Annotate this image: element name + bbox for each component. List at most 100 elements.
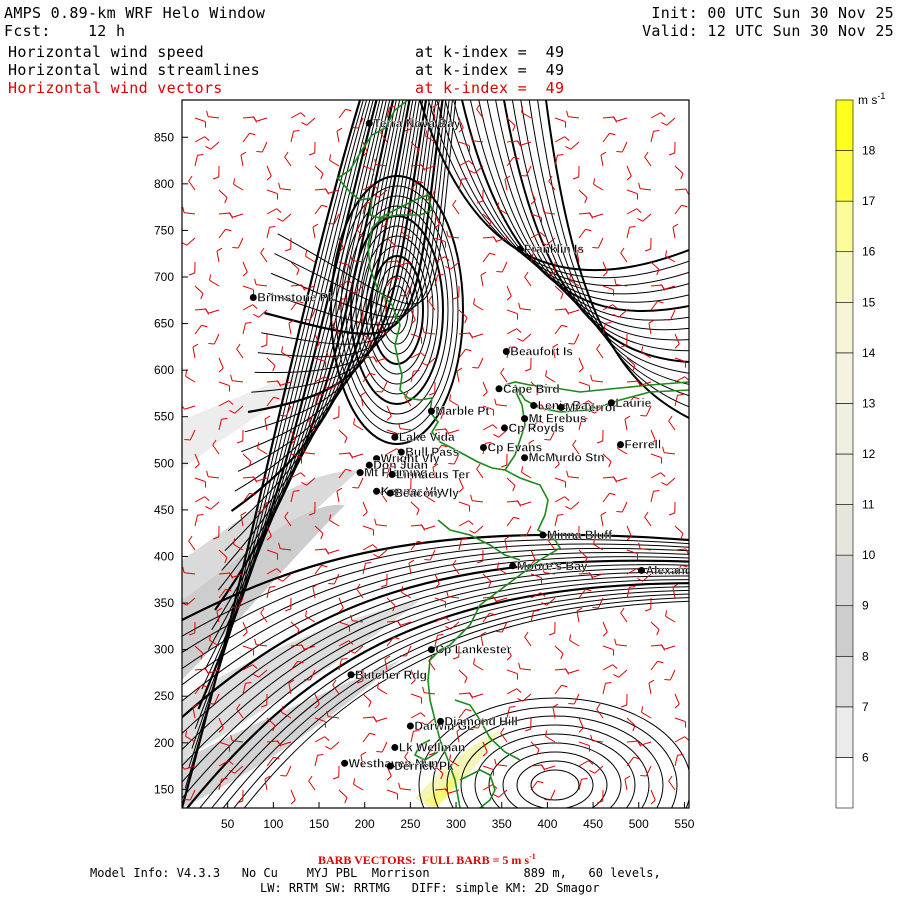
wind-barb	[554, 684, 568, 695]
place-marker[interactable]: Butcher Rdg	[347, 668, 428, 682]
wind-barb	[326, 350, 340, 359]
wind-barb	[554, 496, 570, 503]
place-label: Cp Royds	[508, 421, 564, 435]
wind-barb	[545, 730, 556, 743]
wind-barb	[482, 424, 498, 431]
wind-barb	[504, 535, 511, 551]
wind-barb	[338, 280, 354, 287]
place-marker[interactable]: Linnaeus Ter	[388, 467, 471, 482]
place-marker[interactable]: Alexander	[637, 563, 704, 578]
wind-barb	[348, 452, 364, 458]
place-marker[interactable]: Moore's Bay	[509, 559, 588, 573]
wind-barb	[194, 308, 210, 315]
wind-barb	[233, 178, 244, 191]
wind-barb	[280, 765, 292, 777]
wind-barb	[626, 740, 642, 747]
wind-barb	[664, 309, 676, 321]
wind-barb	[218, 189, 228, 204]
wind-barb	[650, 261, 660, 276]
wind-barb	[602, 476, 618, 483]
wind-barb	[554, 324, 568, 335]
colorbar-swatch	[835, 757, 854, 809]
wind-barb	[554, 645, 564, 660]
place-marker[interactable]: Beaufort Is	[502, 344, 574, 359]
wind-barb	[338, 452, 354, 459]
place-marker[interactable]: Lk Wellman	[391, 740, 466, 755]
wind-barb	[410, 369, 420, 383]
wind-barb	[518, 662, 532, 671]
place-marker[interactable]: Beacon Vly	[386, 486, 460, 500]
place-marker[interactable]: Cp Royds	[500, 421, 565, 435]
wind-barb	[212, 165, 220, 180]
wind-barb	[301, 117, 316, 126]
wind-barb	[506, 516, 520, 527]
wind-barb	[469, 525, 484, 534]
place-marker[interactable]: Franklin Is	[516, 242, 585, 256]
wind-barb	[674, 525, 684, 540]
wind-barb	[564, 668, 580, 674]
wind-barb	[472, 357, 484, 369]
wind-barb	[312, 223, 319, 239]
wind-barb	[650, 129, 660, 143]
wind-barb	[624, 415, 631, 431]
wind-barb	[216, 247, 223, 263]
place-dot	[373, 487, 381, 495]
place-label: Beaufort Is	[510, 345, 573, 359]
wind-barb	[218, 212, 234, 219]
wind-barb	[578, 381, 591, 392]
place-marker[interactable]: Ferrell	[616, 437, 661, 452]
place-marker[interactable]: Derrick Pk	[386, 759, 454, 773]
wind-barb	[260, 247, 268, 263]
x-tick-label: 200	[355, 817, 375, 831]
wind-barb	[500, 453, 508, 468]
streamline	[461, 100, 689, 313]
place-marker[interactable]: Diamond Hill	[437, 714, 518, 729]
wind-map[interactable]: Terra Nova Bay Franklin Is Brimstone Pk Bea…	[0, 0, 900, 900]
place-marker[interactable]: Cp Lankester	[427, 642, 512, 657]
place-dot	[495, 385, 503, 393]
place-dot	[539, 531, 547, 539]
wind-barb	[506, 309, 519, 320]
place-dot	[479, 443, 487, 451]
place-marker[interactable]: McMurdo Stn	[521, 451, 605, 465]
wind-barb	[314, 753, 324, 767]
x-tick-label: 300	[446, 817, 466, 831]
wind-barb	[596, 343, 604, 359]
wind-barb	[517, 693, 532, 702]
wind-barb	[644, 151, 652, 167]
wind-barb	[445, 261, 460, 270]
wind-barb	[266, 208, 282, 215]
wind-barb	[524, 357, 532, 372]
place-marker[interactable]: Minna Bluff	[539, 528, 613, 542]
wind-barb	[452, 285, 460, 300]
place-marker[interactable]: Cape Bird	[495, 382, 560, 396]
wind-barb	[602, 116, 618, 123]
colorbar-label: 7	[862, 700, 869, 714]
wind-barb	[266, 189, 279, 200]
wind-barb	[182, 405, 196, 410]
place-marker[interactable]: Brimstone Pk	[249, 290, 335, 305]
place-label: Moore's Bay	[517, 559, 588, 573]
place-label: Laurie	[615, 396, 651, 410]
colorbar-label: 17	[862, 194, 876, 208]
wind-barb	[506, 328, 522, 335]
place-marker[interactable]: Terra Nova Bay	[365, 116, 461, 130]
wind-barb	[554, 308, 570, 315]
wind-barb	[524, 631, 532, 647]
colorbar-swatch	[835, 251, 854, 303]
place-marker[interactable]: Lake Vida	[391, 430, 455, 444]
wind-barb	[482, 236, 498, 243]
wind-barb	[194, 513, 204, 527]
place-marker[interactable]: Laurie	[607, 396, 652, 410]
wind-barb	[613, 669, 628, 678]
place-label: Franklin Is	[524, 242, 584, 256]
place-dot	[516, 245, 524, 253]
place-dot	[521, 454, 529, 462]
wind-barb	[674, 188, 689, 195]
streamline	[469, 100, 689, 321]
wind-barb	[452, 559, 460, 575]
wind-barb	[576, 607, 583, 623]
colorbar-swatch	[835, 150, 854, 202]
place-marker[interactable]: Marble Pt	[427, 404, 490, 418]
wind-barb	[188, 175, 196, 191]
